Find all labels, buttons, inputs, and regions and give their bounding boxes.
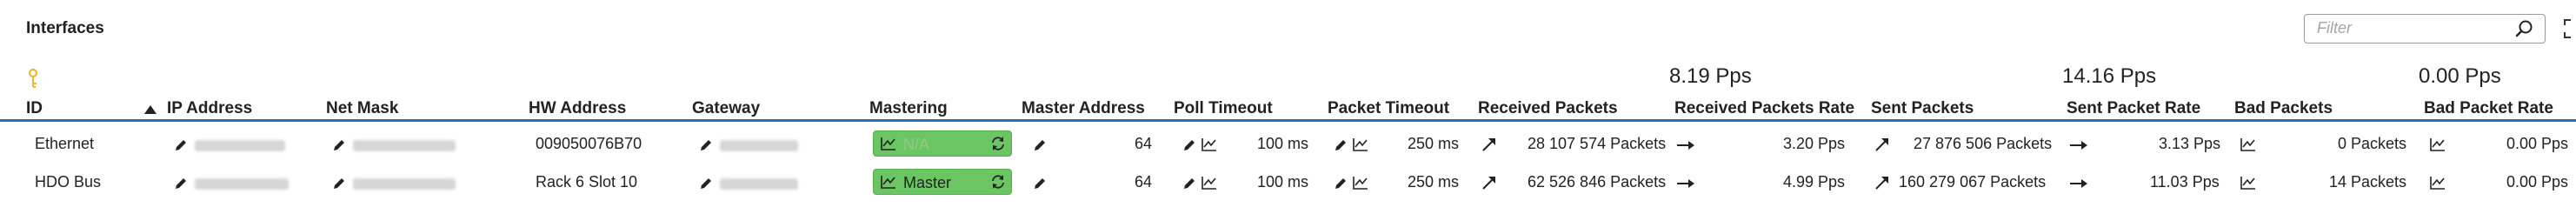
col-header-id[interactable]: ID bbox=[26, 99, 43, 118]
trend-flat-arrow-icon[interactable] bbox=[2069, 139, 2088, 155]
ip-address-redacted bbox=[195, 178, 289, 194]
received-packets-rate: 3.20 Pps bbox=[1783, 135, 1846, 152]
col-header-received-packets[interactable]: Received Packets bbox=[1478, 99, 1618, 118]
chart-icon[interactable] bbox=[1201, 137, 1217, 156]
filter-input[interactable] bbox=[2317, 15, 2508, 41]
received-packets: 28 107 574 Packets bbox=[1528, 135, 1667, 152]
net-mask-redacted bbox=[353, 178, 456, 194]
row-id: Ethernet bbox=[35, 135, 95, 152]
col-header-sent-packets[interactable]: Sent Packets bbox=[1871, 99, 1974, 118]
header-divider bbox=[0, 119, 2576, 122]
master-address: 64 bbox=[1135, 135, 1153, 152]
search-icon[interactable] bbox=[2515, 19, 2534, 43]
col-header-hw-address[interactable]: HW Address bbox=[529, 99, 626, 118]
pencil-icon[interactable] bbox=[332, 138, 346, 157]
gateway-redacted bbox=[720, 178, 798, 194]
col-header-packet-timeout[interactable]: Packet Timeout bbox=[1328, 99, 1449, 118]
chart-icon[interactable] bbox=[1353, 176, 1368, 194]
chart-icon[interactable] bbox=[881, 137, 896, 155]
pencil-icon[interactable] bbox=[1334, 138, 1348, 157]
col-header-sent-packet-rate[interactable]: Sent Packet Rate bbox=[2067, 99, 2200, 118]
filter-box[interactable] bbox=[2304, 14, 2546, 43]
poll-timeout: 100 ms bbox=[1257, 135, 1309, 152]
trend-up-arrow-icon[interactable] bbox=[1481, 175, 1497, 195]
pencil-icon[interactable] bbox=[1334, 177, 1348, 195]
pencil-icon[interactable] bbox=[1182, 138, 1196, 157]
pencil-icon[interactable] bbox=[1033, 177, 1047, 195]
chart-icon[interactable] bbox=[2430, 176, 2446, 194]
bad-packet-rate: 0.00 Pps bbox=[2506, 135, 2569, 152]
chart-icon[interactable] bbox=[2240, 176, 2256, 194]
summary-sent-rate: 14.16 Pps bbox=[2062, 64, 2157, 88]
pencil-icon[interactable] bbox=[174, 138, 188, 157]
col-header-received-packets-rate[interactable]: Received Packets Rate bbox=[1674, 99, 1854, 118]
chart-icon[interactable] bbox=[2240, 137, 2256, 156]
chart-icon[interactable] bbox=[1353, 137, 1368, 156]
trend-up-arrow-icon[interactable] bbox=[1481, 137, 1497, 157]
fullscreen-icon[interactable] bbox=[2563, 17, 2576, 44]
pencil-icon[interactable] bbox=[1182, 177, 1196, 195]
bad-packet-rate: 0.00 Pps bbox=[2506, 173, 2569, 191]
bad-packets: 14 Packets bbox=[2329, 173, 2407, 191]
sent-packet-rate: 11.03 Pps bbox=[2150, 173, 2220, 191]
refresh-icon[interactable] bbox=[990, 174, 1006, 194]
col-header-bad-packet-rate[interactable]: Bad Packet Rate bbox=[2424, 99, 2553, 118]
received-packets-rate: 4.99 Pps bbox=[1783, 173, 1846, 191]
row-id: HDO Bus bbox=[35, 173, 102, 191]
mastering-value: N/A bbox=[903, 136, 930, 153]
trend-flat-arrow-icon[interactable] bbox=[1676, 139, 1695, 155]
col-header-mastering[interactable]: Mastering bbox=[869, 99, 948, 118]
pencil-icon[interactable] bbox=[174, 177, 188, 195]
bad-packets: 0 Packets bbox=[2338, 135, 2407, 152]
poll-timeout: 100 ms bbox=[1257, 173, 1309, 191]
refresh-icon[interactable] bbox=[990, 136, 1006, 156]
master-address: 64 bbox=[1135, 173, 1153, 191]
chart-icon[interactable] bbox=[881, 175, 896, 193]
col-header-ip-address[interactable]: IP Address bbox=[167, 99, 252, 118]
sent-packets: 160 279 067 Packets bbox=[1899, 173, 2047, 191]
pencil-icon[interactable] bbox=[699, 138, 713, 157]
trend-flat-arrow-icon[interactable] bbox=[2069, 177, 2088, 193]
sent-packets: 27 876 506 Packets bbox=[1914, 135, 2053, 152]
trend-flat-arrow-icon[interactable] bbox=[1676, 177, 1695, 193]
mastering-status: Master bbox=[873, 169, 1012, 195]
col-header-poll-timeout[interactable]: Poll Timeout bbox=[1174, 99, 1273, 118]
packet-timeout: 250 ms bbox=[1408, 135, 1460, 152]
chart-icon[interactable] bbox=[2430, 137, 2446, 156]
mastering-status: N/A bbox=[873, 130, 1012, 157]
col-header-master-address[interactable]: Master Address bbox=[1022, 99, 1145, 118]
sort-ascending-icon[interactable] bbox=[144, 103, 156, 118]
pencil-icon[interactable] bbox=[1033, 138, 1047, 157]
trend-up-arrow-icon[interactable] bbox=[1874, 175, 1890, 195]
col-header-gateway[interactable]: Gateway bbox=[692, 99, 760, 118]
hw-address: Rack 6 Slot 10 bbox=[536, 173, 638, 191]
gateway-redacted bbox=[720, 140, 798, 156]
pencil-icon[interactable] bbox=[332, 177, 346, 195]
summary-received-rate: 8.19 Pps bbox=[1669, 64, 1752, 88]
chart-icon[interactable] bbox=[1201, 176, 1217, 194]
net-mask-redacted bbox=[353, 140, 456, 156]
hw-address: 009050076B70 bbox=[536, 135, 642, 152]
trend-up-arrow-icon[interactable] bbox=[1874, 137, 1890, 157]
pencil-icon[interactable] bbox=[699, 177, 713, 195]
col-header-bad-packets[interactable]: Bad Packets bbox=[2234, 99, 2333, 118]
col-header-net-mask[interactable]: Net Mask bbox=[326, 99, 398, 118]
summary-bad-rate: 0.00 Pps bbox=[2419, 64, 2501, 88]
mastering-value: Master bbox=[903, 174, 952, 191]
packet-timeout: 250 ms bbox=[1408, 173, 1460, 191]
panel-title: Interfaces bbox=[26, 19, 104, 37]
ip-address-redacted bbox=[195, 140, 285, 156]
received-packets: 62 526 846 Packets bbox=[1528, 173, 1667, 191]
key-icon bbox=[26, 68, 40, 95]
sent-packet-rate: 3.13 Pps bbox=[2159, 135, 2221, 152]
